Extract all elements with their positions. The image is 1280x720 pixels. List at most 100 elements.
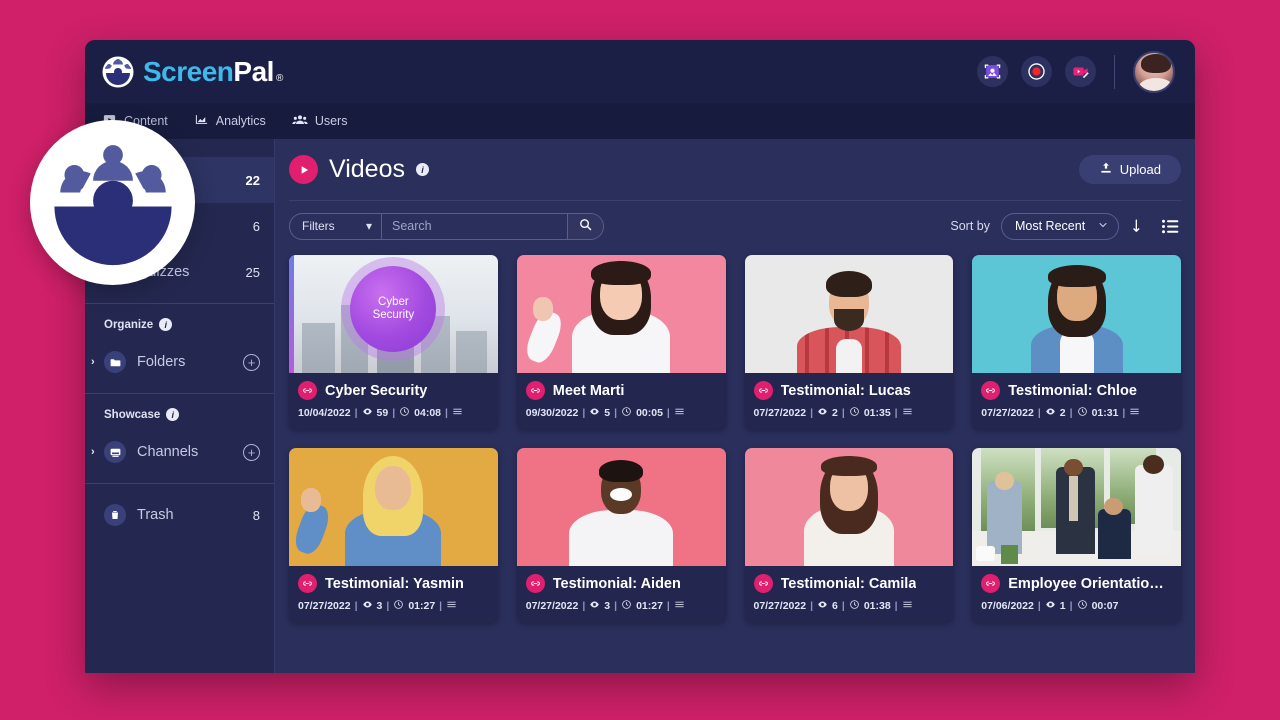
video-menu-icon[interactable] [674, 406, 685, 420]
analytics-chart-icon [194, 112, 209, 130]
brand-logo[interactable]: Screen Pal ® [102, 56, 283, 88]
video-title: Testimonial: Chloe [1008, 382, 1137, 399]
video-card[interactable]: Testimonial: Yasmin 07/27/2022 | 3 | 01:… [289, 448, 498, 622]
video-date: 07/27/2022 [753, 600, 807, 612]
video-grid: Cyber Security Cyber Security 10/04/2022… [289, 251, 1181, 622]
video-thumbnail[interactable] [972, 448, 1181, 566]
avatar[interactable] [1133, 50, 1175, 93]
duration-clock-icon [621, 406, 632, 420]
video-date: 07/27/2022 [753, 407, 807, 419]
brand-wordmark: Screen Pal ® [143, 56, 283, 88]
video-views: 3 [376, 600, 383, 612]
upload-button[interactable]: Upload [1078, 155, 1181, 184]
sort-by-value: Most Recent [1015, 219, 1086, 233]
add-folder-button[interactable]: + [243, 353, 260, 371]
info-icon[interactable]: i [166, 408, 180, 421]
nav-item-users[interactable]: Users [292, 112, 347, 131]
views-icon [362, 406, 373, 420]
share-link-icon[interactable] [298, 381, 317, 400]
video-card[interactable]: Testimonial: Camila 07/27/2022 | 6 | 01:… [744, 448, 954, 622]
video-views: 5 [604, 407, 611, 419]
video-thumbnail[interactable] [744, 255, 954, 373]
share-link-icon[interactable] [753, 381, 773, 400]
video-title: Cyber Security [325, 382, 428, 399]
video-stats: 07/27/2022 | 2 | 01:35 | [754, 406, 945, 420]
screenpal-mascot-icon [102, 56, 134, 88]
video-thumbnail[interactable] [972, 255, 1181, 373]
video-duration: 00:07 [1091, 600, 1119, 612]
video-thumbnail[interactable] [289, 448, 498, 566]
nav-item-analytics[interactable]: Analytics [194, 112, 266, 130]
add-channel-button[interactable]: + [243, 443, 260, 461]
app-body: Videos 22 Images 6 Quizzes 25 [85, 139, 1195, 673]
video-thumbnail[interactable]: Cyber Security [289, 255, 498, 373]
video-thumbnail[interactable] [516, 255, 726, 373]
video-card[interactable]: Testimonial: Aiden 07/27/2022 | 3 | 01:2… [516, 448, 726, 622]
video-title: Testimonial: Yasmin [325, 575, 464, 592]
brand-name-pal: Pal [233, 55, 274, 87]
duration-clock-icon [621, 599, 632, 613]
chevron-right-icon[interactable]: › [91, 446, 95, 458]
share-link-icon[interactable] [753, 574, 773, 593]
video-card[interactable]: Testimonial: Lucas 07/27/2022 | 2 | 01:3… [744, 255, 954, 429]
sidebar-item-trash-label: Trash [137, 507, 174, 523]
cyber-security-badge: Cyber Security [350, 266, 437, 353]
share-link-icon[interactable] [981, 381, 1001, 400]
video-stats: 10/04/2022 | 59 | 04:08 | [298, 406, 489, 420]
video-menu-icon[interactable] [902, 599, 913, 613]
video-duration: 01:38 [863, 600, 891, 612]
views-icon [817, 406, 828, 420]
video-duration: 01:27 [408, 600, 436, 612]
share-link-icon[interactable] [298, 574, 317, 593]
search-button[interactable] [567, 213, 603, 239]
video-meta: Employee Orientatio… 07/06/2022 | 1 | 00… [972, 566, 1181, 622]
chevron-right-icon[interactable]: › [91, 356, 95, 368]
duration-clock-icon [399, 406, 410, 420]
portrait-thumbnail-art [517, 255, 726, 373]
views-icon [817, 599, 828, 613]
video-menu-icon[interactable] [902, 406, 913, 420]
video-meta: Testimonial: Lucas 07/27/2022 | 2 | 01:3… [745, 373, 954, 429]
video-thumbnail[interactable] [516, 448, 726, 566]
video-date: 07/06/2022 [981, 600, 1034, 612]
info-icon[interactable]: i [416, 163, 429, 176]
portrait-thumbnail-art [972, 255, 1181, 373]
video-title: Testimonial: Lucas [780, 382, 911, 399]
video-duration: 00:05 [636, 407, 663, 419]
share-link-icon[interactable] [525, 381, 545, 400]
video-card[interactable]: Cyber Security Cyber Security 10/04/2022… [289, 255, 498, 429]
sort-controls: Sort by Most Recent [950, 212, 1181, 240]
sidebar-item-trash[interactable]: Trash 8 [85, 492, 274, 538]
upload-icon [1099, 161, 1113, 178]
video-thumbnail[interactable] [744, 448, 954, 566]
screenshot-capture-icon[interactable] [977, 56, 1008, 87]
cyber-thumb-line2: Security [372, 309, 415, 322]
office-scene-thumbnail-art [972, 448, 1181, 566]
video-card[interactable]: Meet Marti 09/30/2022 | 5 | 00:05 | [516, 255, 726, 429]
page-header: Videos i Upload [289, 139, 1181, 201]
cyber-thumb-line1: Cyber [378, 296, 409, 309]
info-icon[interactable]: i [159, 318, 173, 331]
record-icon[interactable] [1021, 56, 1052, 87]
video-editor-icon[interactable] [1065, 56, 1096, 87]
video-menu-icon[interactable] [446, 599, 457, 613]
filters-dropdown[interactable]: Filters ▾ [290, 213, 382, 239]
video-card[interactable]: Employee Orientatio… 07/06/2022 | 1 | 00… [972, 448, 1181, 622]
share-link-icon[interactable] [981, 574, 1001, 593]
video-meta: Testimonial: Yasmin 07/27/2022 | 3 | 01:… [289, 566, 498, 622]
video-menu-icon[interactable] [452, 406, 463, 420]
search-input[interactable] [382, 213, 567, 239]
sort-descending-arrow-icon[interactable] [1130, 217, 1149, 236]
sidebar-item-folders[interactable]: › Folders + [85, 339, 274, 385]
list-view-icon[interactable] [1160, 216, 1181, 237]
views-icon [1045, 406, 1056, 420]
share-link-icon[interactable] [525, 574, 545, 593]
brand-name-screen: Screen [143, 55, 234, 87]
video-menu-icon[interactable] [674, 599, 685, 613]
video-menu-icon[interactable] [1129, 406, 1140, 420]
sort-by-dropdown[interactable]: Most Recent [1001, 212, 1119, 240]
sort-by-label: Sort by [950, 219, 990, 233]
video-card[interactable]: Testimonial: Chloe 07/27/2022 | 2 | 01:3… [972, 255, 1181, 429]
sidebar-item-quizzes-count: 25 [245, 264, 260, 280]
sidebar-item-channels[interactable]: › Channels + [85, 429, 274, 475]
